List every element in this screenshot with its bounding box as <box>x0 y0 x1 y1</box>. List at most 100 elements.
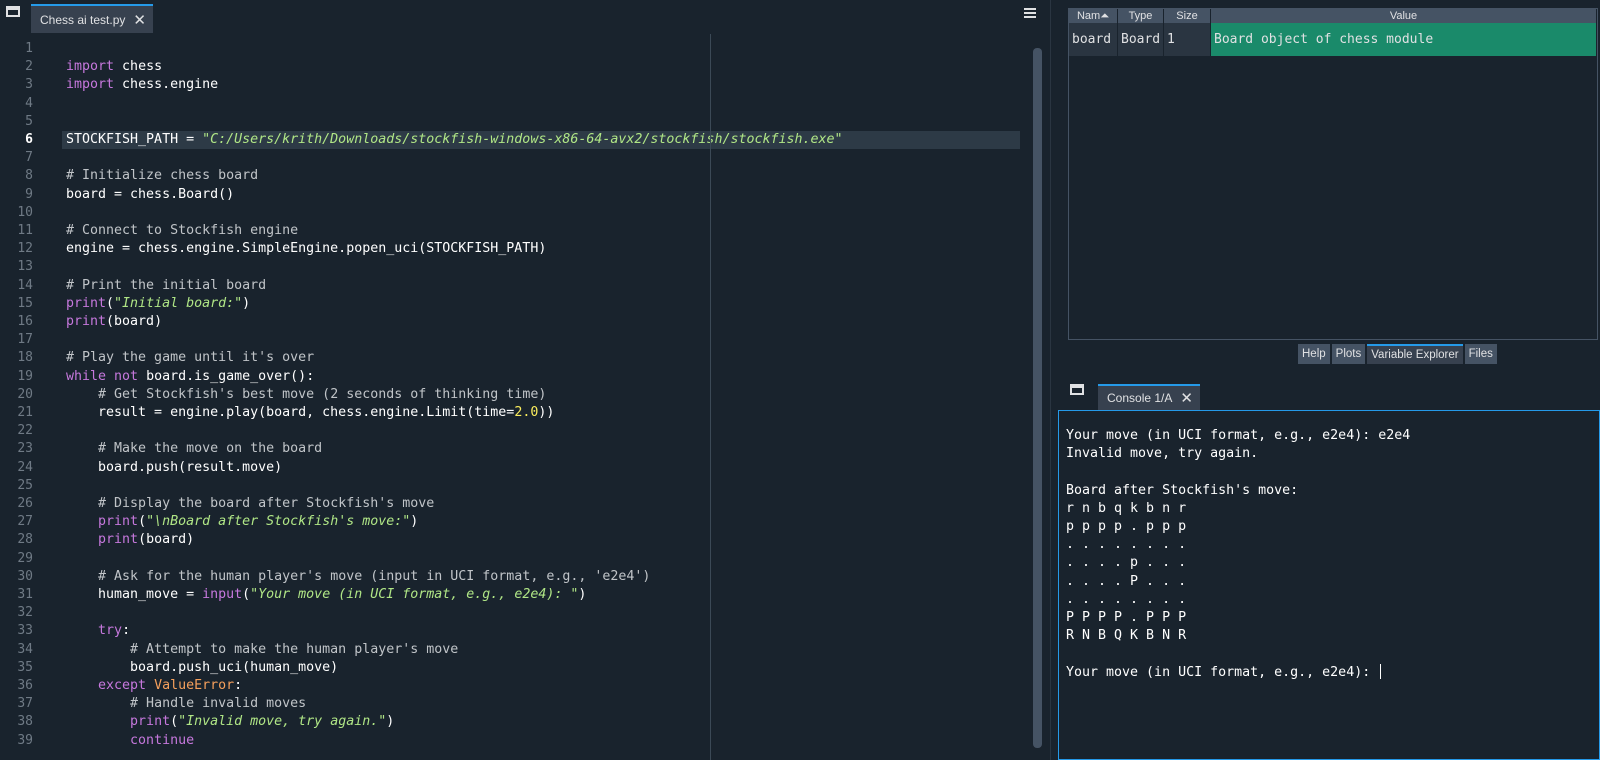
code-line: print(board) <box>98 532 195 548</box>
close-icon[interactable]: ✕ <box>1180 389 1193 407</box>
console-tabbar: Console 1/A ✕ <box>1058 372 1600 410</box>
code-line: STOCKFISH_PATH = "C:/Users/krith/Downloa… <box>66 132 843 147</box>
code-line: board.push_uci(human_move) <box>66 659 339 675</box>
var-name: board <box>1069 23 1118 56</box>
line-number: 36 <box>17 678 33 693</box>
header-type[interactable]: Type <box>1118 9 1164 23</box>
line-number: 11 <box>17 223 33 238</box>
line-number: 16 <box>17 314 33 329</box>
console-tab[interactable]: Console 1/A ✕ <box>1098 384 1200 410</box>
tab-help[interactable]: Help <box>1298 344 1330 364</box>
console-line: r n b q k b n r <box>1066 500 1187 516</box>
line-number: 26 <box>17 496 33 511</box>
console-line: R N B Q K B N R <box>1066 628 1187 644</box>
line-number: 35 <box>17 659 33 675</box>
line-number: 19 <box>17 368 33 384</box>
code-line: result = engine.play(board, chess.engine… <box>66 405 555 420</box>
code-line: # Get Stockfish's best move (2 seconds o… <box>98 386 547 402</box>
code-line: # Attempt to make the human player's mov… <box>130 641 459 657</box>
line-number: 12 <box>17 241 33 257</box>
header-name[interactable]: Nam⏶ <box>1069 9 1118 23</box>
header-size[interactable]: Size <box>1164 9 1211 23</box>
variable-explorer-pane: Nam⏶ Type Size Value board Board 1 Board… <box>1058 0 1600 365</box>
line-number: 8 <box>25 168 33 184</box>
line-number: 5 <box>25 113 33 129</box>
table-row[interactable]: board Board 1 Board object of chess modu… <box>1069 23 1597 56</box>
line-number: 9 <box>25 186 33 202</box>
console-line: Your move (in UCI format, e.g., e2e4): e… <box>1066 428 1411 443</box>
edge-line <box>710 34 711 760</box>
code-line: # Connect to Stockfish engine <box>66 223 299 238</box>
code-line: board.push(result.move) <box>66 459 283 475</box>
line-number: 38 <box>17 714 33 730</box>
variable-table-header: Nam⏶ Type Size Value <box>1069 9 1597 23</box>
var-value: Board object of chess module <box>1211 23 1597 56</box>
tab-plots[interactable]: Plots <box>1331 344 1366 364</box>
console-line: . . . . P . . . <box>1066 573 1187 589</box>
line-number: 14 <box>17 277 33 293</box>
console-tab-label: Console 1/A <box>1107 391 1173 405</box>
code-line: # Ask for the human player's move (input… <box>98 568 651 584</box>
editor-tab[interactable]: Chess ai test.py ✕ <box>31 4 153 33</box>
line-number: 30 <box>17 568 33 584</box>
line-number: 21 <box>17 405 33 420</box>
editor-panel: Chess ai test.py ✕ 1 2 3 4 5 6 7 8 9 10 11 12 13 14 15… <box>0 0 1050 760</box>
console-line: Board after Stockfish's move: <box>1066 482 1299 498</box>
header-value[interactable]: Value <box>1211 9 1597 23</box>
code-area[interactable]: import chess import chess.engine STOCKFISH… <box>62 38 1022 760</box>
line-number: 20 <box>17 386 33 402</box>
code-line: import chess <box>66 59 163 75</box>
line-number: 15 <box>17 295 33 311</box>
code-line: human_move = input("Your move (in UCI fo… <box>66 587 587 602</box>
code-line: try: <box>98 623 131 639</box>
code-line: # Make the move on the board <box>98 441 323 457</box>
line-number: 31 <box>17 587 33 602</box>
line-number: 18 <box>17 350 33 366</box>
code-line: while not board.is_game_over(): <box>66 368 315 384</box>
code-line: except ValueError: <box>98 678 243 693</box>
line-number: 32 <box>17 605 33 621</box>
console-line: Your move (in UCI format, e.g., e2e4): <box>1066 663 1382 682</box>
var-type: Board <box>1118 23 1164 56</box>
console-line: . . . . . . . . <box>1066 537 1187 553</box>
line-number: 22 <box>17 423 33 439</box>
line-number: 4 <box>25 95 33 111</box>
code-line: # Initialize chess board <box>66 168 259 184</box>
line-number: 25 <box>17 477 33 493</box>
code-line: # Handle invalid moves <box>130 696 307 712</box>
line-number: 37 <box>17 696 33 712</box>
console-output[interactable]: Your move (in UCI format, e.g., e2e4): e… <box>1058 410 1600 760</box>
line-number: 3 <box>25 77 33 93</box>
line-number: 2 <box>25 59 33 75</box>
text-cursor <box>1380 663 1382 679</box>
code-line: board = chess.Board() <box>66 186 235 202</box>
editor-tabbar: Chess ai test.py ✕ <box>0 0 1050 33</box>
tab-variable-explorer[interactable]: Variable Explorer <box>1367 344 1463 364</box>
scrollbar-thumb[interactable] <box>1033 48 1042 748</box>
line-number: 6 <box>25 132 33 147</box>
undock-icon[interactable] <box>1070 384 1084 395</box>
line-number: 28 <box>17 532 33 548</box>
code-line: print("\nBoard after Stockfish's move:") <box>98 514 419 530</box>
line-number: 24 <box>17 459 33 475</box>
close-icon[interactable]: ✕ <box>133 11 146 29</box>
undock-icon[interactable] <box>6 6 20 17</box>
code-line: import chess.engine <box>66 77 219 93</box>
line-number: 1 <box>25 41 33 56</box>
line-number: 33 <box>17 623 33 639</box>
line-number: 7 <box>25 150 33 166</box>
code-line: # Display the board after Stockfish's mo… <box>98 496 435 511</box>
code-line: # Print the initial board <box>66 277 267 293</box>
tab-files[interactable]: Files <box>1464 344 1497 364</box>
code-line: print(board) <box>66 314 163 329</box>
console-pane: Console 1/A ✕ Your move (in UCI format, … <box>1058 372 1600 760</box>
line-number: 13 <box>17 259 33 275</box>
console-line: Invalid move, try again. <box>1066 446 1259 462</box>
var-size: 1 <box>1164 23 1211 56</box>
line-number-gutter: 1 2 3 4 5 6 7 8 9 10 11 12 13 14 15 16 17 18 19 20 21 22 23 24 2… <box>0 38 55 760</box>
console-line: p p p p . p p p <box>1066 519 1187 534</box>
editor-scrollbar[interactable] <box>1030 38 1044 760</box>
console-line: . . . . . . . . <box>1066 591 1187 607</box>
options-menu-icon[interactable] <box>1024 6 1036 20</box>
console-line: P P P P . P P P <box>1066 610 1187 625</box>
